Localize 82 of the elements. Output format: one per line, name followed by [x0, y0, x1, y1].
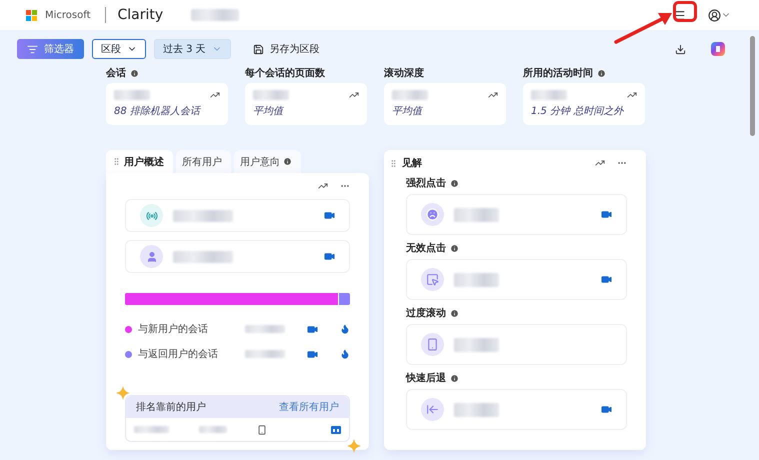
- pointer-icon: [421, 268, 444, 291]
- info-icon: [283, 157, 292, 166]
- video-icon[interactable]: [324, 210, 335, 221]
- blurred-value: [114, 90, 150, 100]
- blurred-value: [173, 250, 233, 262]
- date-dropdown[interactable]: 过去 3 天: [154, 39, 231, 59]
- metric-note: 平均值: [253, 105, 285, 118]
- blurred-value: [454, 402, 499, 416]
- save-segment-button[interactable]: 另存为区段: [246, 41, 326, 57]
- info-icon: [130, 68, 139, 78]
- chart-icon[interactable]: [349, 90, 359, 100]
- insight-label: 过度滚动: [406, 306, 627, 320]
- blurred-value: [531, 90, 567, 100]
- metric-note: 1.5 分钟 总时间之外: [531, 104, 625, 118]
- highlight-frame: [673, 1, 697, 22]
- broadcast-icon: [140, 204, 163, 227]
- video-icon[interactable]: [324, 251, 335, 262]
- user-icon: [140, 245, 163, 268]
- copilot-icon[interactable]: [710, 41, 726, 57]
- insight-label: 强烈点击: [406, 176, 627, 190]
- blurred-value: [245, 350, 285, 358]
- blurred-value: [245, 325, 285, 333]
- segment-dropdown[interactable]: 区段: [92, 39, 146, 59]
- filter-button[interactable]: 筛选器: [17, 39, 84, 59]
- info-icon: [450, 308, 459, 318]
- metric-note: 平均值: [392, 105, 424, 118]
- phone-icon: [421, 333, 444, 356]
- video-icon[interactable]: [601, 209, 612, 220]
- blurred-value: [134, 426, 169, 433]
- heatmap-icon[interactable]: [340, 349, 350, 359]
- logo-icon: [26, 10, 37, 20]
- blurred-value: [454, 208, 499, 222]
- chart-icon[interactable]: [627, 90, 637, 100]
- blurred-value: [173, 210, 233, 222]
- legend-label: 与返回用户的会话: [138, 348, 219, 361]
- legend-label: 与新用户的会话: [138, 322, 209, 336]
- info-icon: [450, 178, 459, 188]
- sparkle-icon: [116, 386, 130, 400]
- metric-label: 滚动深度: [384, 66, 425, 80]
- drag-handle-icon[interactable]: [389, 158, 398, 168]
- brand-name: Microsoft: [45, 10, 91, 20]
- id-card-icon: [331, 426, 341, 434]
- filter-icon: [27, 44, 38, 54]
- drag-handle-icon[interactable]: [112, 157, 121, 166]
- frown-face-icon: [421, 203, 444, 226]
- blurred-value: [454, 338, 499, 352]
- metric-label: 会话: [106, 66, 228, 80]
- chart-icon[interactable]: [210, 90, 220, 100]
- metric-label: 所用的活动时间: [523, 66, 645, 80]
- chart-icon[interactable]: [488, 90, 498, 100]
- video-icon[interactable]: [601, 404, 612, 415]
- chart-icon[interactable]: [318, 181, 328, 191]
- chart-icon[interactable]: [595, 158, 605, 168]
- video-icon[interactable]: [307, 348, 318, 360]
- info-icon: [597, 68, 606, 78]
- blurred-value: [199, 426, 227, 433]
- info-icon: [450, 374, 459, 382]
- annotation-arrow: [614, 13, 672, 44]
- blurred-value: [454, 272, 499, 286]
- blurred-value: [392, 90, 428, 100]
- download-icon: [675, 44, 686, 54]
- insight-label: 无效点击: [406, 241, 627, 255]
- user-circle-icon: [708, 8, 721, 22]
- insight-label: 快速后退: [406, 371, 627, 385]
- video-icon[interactable]: [307, 324, 318, 334]
- top-users-title: 排名靠前的用户: [136, 400, 206, 414]
- save-icon: [252, 44, 264, 54]
- panel-tab[interactable]: 所有用户: [176, 150, 231, 173]
- info-icon: [450, 244, 459, 252]
- panel-tab[interactable]: 用户概述: [106, 150, 173, 173]
- blurred-text: [191, 9, 240, 21]
- phone-icon: [257, 424, 267, 434]
- metric-note: 88 排除机器人会话: [114, 104, 202, 118]
- panel-title: 见解: [402, 156, 423, 170]
- heatmap-icon[interactable]: [340, 324, 350, 334]
- sparkle-icon: [347, 439, 361, 453]
- scrollbar[interactable]: [750, 36, 754, 136]
- metric-label: 每个会话的页面数: [245, 66, 326, 80]
- video-icon[interactable]: [601, 274, 612, 285]
- blurred-value: [253, 90, 289, 100]
- product-name: Clarity: [104, 7, 164, 23]
- panel-tab[interactable]: 用户意向: [234, 150, 301, 173]
